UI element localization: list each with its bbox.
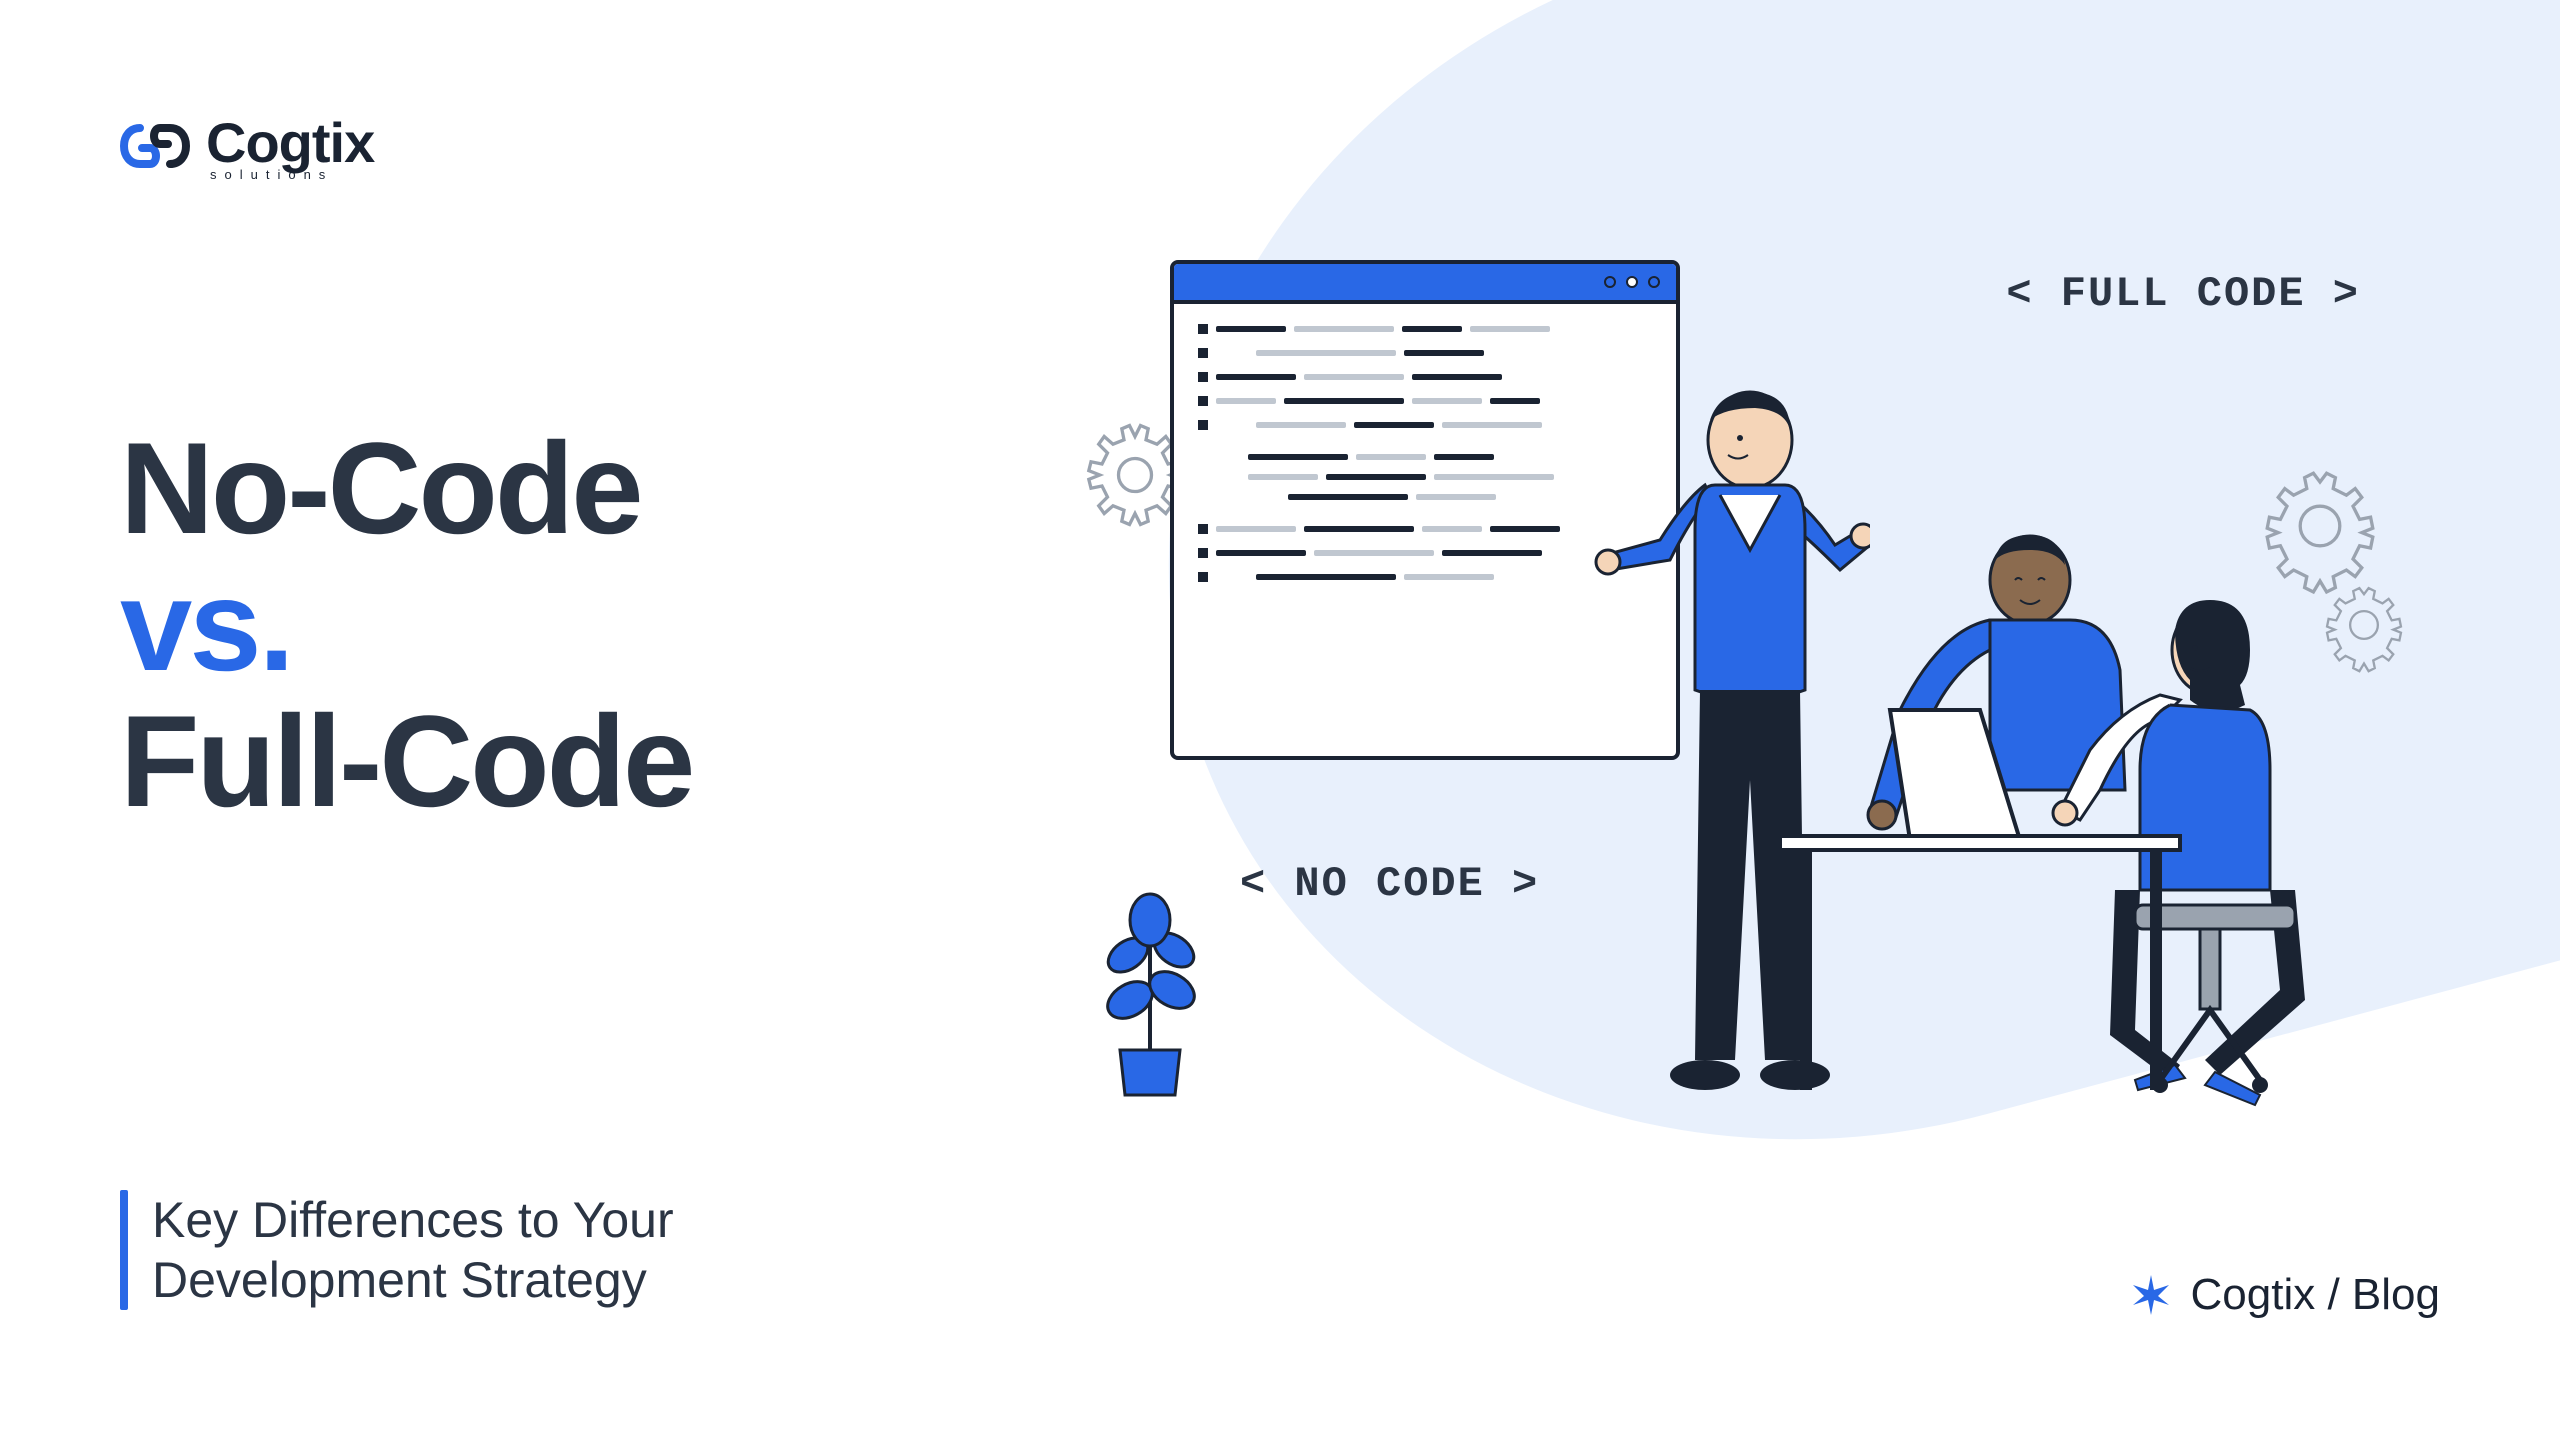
chain-link-icon xyxy=(120,118,190,174)
headline-line2: Full-Code xyxy=(120,688,692,834)
illustration: < NO CODE > < FULL CODE > xyxy=(1110,260,2410,1160)
blog-tag-text: Cogtix / Blog xyxy=(2191,1270,2440,1320)
window-dot-icon xyxy=(1604,276,1616,288)
blog-tag: Cogtix / Blog xyxy=(2127,1270,2440,1320)
window-dot-icon xyxy=(1648,276,1660,288)
brand-tagline: solutions xyxy=(210,167,374,182)
full-code-label: < FULL CODE > xyxy=(2006,270,2360,318)
no-code-label: < NO CODE > xyxy=(1240,860,1539,908)
window-header xyxy=(1174,264,1676,304)
window-dot-icon xyxy=(1626,276,1638,288)
desk-group xyxy=(1740,510,2360,1110)
accent-bar xyxy=(120,1190,128,1310)
asterisk-icon xyxy=(2127,1271,2175,1319)
subtitle-line1: Key Differences to Your xyxy=(152,1192,674,1248)
headline-line1: No-Code xyxy=(120,415,641,561)
subtitle-block: Key Differences to Your Development Stra… xyxy=(120,1190,674,1310)
headline: No-Code vs. Full-Code xyxy=(120,420,692,830)
brand-logo: Cogtix solutions xyxy=(120,110,374,182)
brand-name: Cogtix xyxy=(206,110,374,175)
plant-illustration xyxy=(1080,800,1220,1100)
subtitle-line2: Development Strategy xyxy=(152,1252,647,1308)
headline-vs: vs. xyxy=(120,552,292,698)
